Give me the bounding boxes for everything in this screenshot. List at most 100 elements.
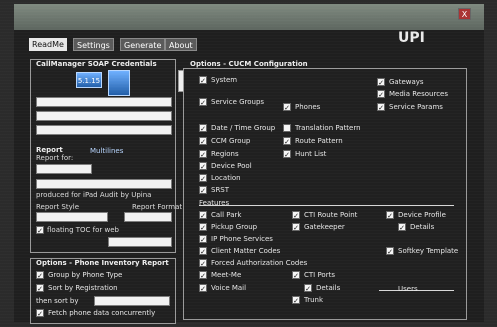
feat-cti-route-point-checkbox[interactable] (292, 211, 300, 219)
floating-toc-checkbox[interactable] (36, 226, 44, 234)
report-for-label: Report for: (36, 154, 74, 162)
opt-date-time-checkbox[interactable] (199, 124, 207, 132)
opt-system-checkbox[interactable] (199, 76, 207, 84)
opt-translation-pattern-label: Translation Pattern (295, 124, 361, 132)
feat-gatekeeper-checkbox[interactable] (292, 223, 300, 231)
opt-regions-label: Regions (211, 150, 239, 158)
style-dropdown[interactable] (36, 212, 108, 222)
version-chip[interactable]: 5.1.15 (76, 72, 102, 88)
pi-thensort-dropdown[interactable] (94, 296, 170, 306)
options-title: Options - CUCM Configuration (190, 60, 308, 68)
tab-settings[interactable]: Settings (73, 38, 114, 51)
feat-gatekeeper-label: Gatekeeper (304, 223, 345, 231)
password-input[interactable] (36, 125, 172, 135)
features-label: Features (199, 199, 230, 207)
format-dropdown[interactable] (124, 212, 172, 222)
opt-gateways-label: Gateways (389, 78, 424, 86)
opt-service-groups-label: Service Groups (211, 98, 265, 106)
opt-hunt-list-label: Hunt List (295, 150, 327, 158)
produced-for-label: produced for iPad Audit by Upina (36, 191, 152, 199)
opt-phones-checkbox[interactable] (283, 103, 291, 111)
pi-thensort-label: then sort by (36, 297, 79, 305)
opt-phones-label: Phones (295, 103, 321, 111)
opt-ccm-group-checkbox[interactable] (199, 137, 207, 145)
feat-cti-ports-details-label: Details (316, 284, 341, 292)
opt-device-pool-checkbox[interactable] (199, 162, 207, 170)
opt-location-checkbox[interactable] (199, 174, 207, 182)
pi-group-label: Group by Phone Type (48, 271, 123, 279)
opt-srst-checkbox[interactable] (199, 186, 207, 194)
tab-about[interactable]: About (165, 38, 197, 51)
feat-softkey-template-label: Softkey Template (398, 247, 459, 255)
floating-toc-label: floating TOC for web (47, 226, 119, 234)
tab-settings-label: Settings (77, 41, 110, 50)
opt-service-params-label: Service Params (389, 103, 443, 111)
opt-device-pool-label: Device Pool (211, 162, 252, 170)
feat-cti-ports-details-checkbox[interactable] (304, 284, 312, 292)
tab-readme-label: ReadMe (32, 40, 64, 49)
pi-group-checkbox[interactable] (36, 271, 44, 279)
opt-date-time-label: Date / Time Group (211, 124, 276, 132)
feat-forced-auth-codes-label: Forced Authorization Codes (211, 259, 308, 267)
tab-generate[interactable]: Generate (120, 38, 166, 51)
close-button[interactable]: X (458, 8, 471, 20)
opt-route-pattern-checkbox[interactable] (283, 137, 291, 145)
feat-trunk-label: Trunk (304, 296, 324, 304)
network-icon (108, 70, 130, 96)
creds-title: CallManager SOAP Credentials (36, 60, 157, 68)
opt-media-resources-label: Media Resources (389, 90, 448, 98)
pi-sort-checkbox[interactable] (36, 284, 44, 292)
opt-service-params-checkbox[interactable] (377, 103, 385, 111)
feat-meet-me-label: Meet-Me (211, 271, 242, 279)
users-label: Users (398, 285, 418, 293)
opt-service-groups-checkbox[interactable] (199, 98, 207, 106)
opt-media-resources-checkbox[interactable] (377, 90, 385, 98)
opt-system-label: System (211, 76, 238, 84)
feat-trunk-checkbox[interactable] (292, 296, 300, 304)
feat-call-park-checkbox[interactable] (199, 211, 207, 219)
feat-device-profile-details-label: Details (410, 223, 435, 231)
feat-cti-ports-label: CTI Ports (304, 271, 335, 279)
feat-forced-auth-codes-checkbox[interactable] (199, 259, 207, 267)
feat-cti-ports-checkbox[interactable] (292, 271, 300, 279)
opt-hunt-list-checkbox[interactable] (283, 150, 291, 158)
feat-meet-me-checkbox[interactable] (199, 271, 207, 279)
version-chip-label: 5.1.15 (77, 77, 101, 85)
feat-voice-mail-checkbox[interactable] (199, 284, 207, 292)
pi-fetch-checkbox[interactable] (36, 309, 44, 317)
feat-ip-phone-services-label: IP Phone Services (211, 235, 273, 243)
phone-inventory-title: Options - Phone Inventory Report (36, 259, 169, 267)
report-input[interactable] (36, 164, 92, 174)
opt-location-label: Location (211, 174, 241, 182)
report-format-label: Report Format (132, 203, 183, 211)
features-divider (199, 205, 454, 206)
feat-pickup-group-checkbox[interactable] (199, 223, 207, 231)
report-path-input[interactable] (36, 179, 172, 189)
report-title-group: Report (36, 146, 63, 154)
feat-call-park-label: Call Park (211, 211, 242, 219)
feat-softkey-template-checkbox[interactable] (386, 247, 394, 255)
window-title (40, 8, 160, 20)
feat-voice-mail-label: Voice Mail (211, 284, 247, 292)
opt-regions-checkbox[interactable] (199, 150, 207, 158)
opt-gateways-checkbox[interactable] (377, 78, 385, 86)
feat-pickup-group-label: Pickup Group (211, 223, 258, 231)
report-style-label: Report Style (36, 203, 80, 211)
feat-device-profile-checkbox[interactable] (386, 211, 394, 219)
link-1[interactable]: Multilines (90, 147, 123, 155)
opt-route-pattern-label: Route Pattern (295, 137, 343, 145)
opt-srst-label: SRST (211, 186, 230, 194)
toc-input[interactable] (108, 237, 172, 247)
tab-about-label: About (169, 41, 193, 50)
brand-logo: UPI (398, 30, 425, 46)
feat-ip-phone-services-checkbox[interactable] (199, 235, 207, 243)
opt-translation-pattern-checkbox[interactable] (283, 124, 291, 132)
tab-readme[interactable]: ReadMe (29, 38, 67, 51)
pi-sort-label: Sort by Registration (48, 284, 118, 292)
tab-generate-label: Generate (124, 41, 162, 50)
feat-cti-route-point-label: CTI Route Point (304, 211, 358, 219)
feat-client-matter-codes-checkbox[interactable] (199, 247, 207, 255)
server-input[interactable] (36, 97, 172, 107)
user-input[interactable] (36, 111, 172, 121)
feat-device-profile-details-checkbox[interactable] (398, 223, 406, 231)
